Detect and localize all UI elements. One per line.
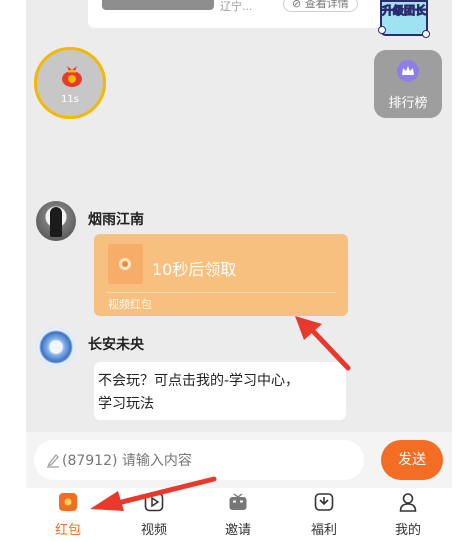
ranking-button[interactable]: 排行榜 xyxy=(374,50,442,118)
chat-area[interactable]: 辽宁... ⊘ 查看详情 × 升级团长 11s 排行榜 烟雨江南 xyxy=(26,0,452,432)
tab-label: 视频 xyxy=(140,523,167,538)
redpacket-timer-button[interactable]: 11s xyxy=(34,47,106,119)
tab-mine[interactable]: 我的 xyxy=(378,488,438,541)
redpacket-icon xyxy=(59,493,77,511)
tab-label: 我的 xyxy=(394,523,421,538)
countdown-text: 11s xyxy=(61,94,79,105)
pencil-icon xyxy=(47,454,59,468)
divider xyxy=(106,292,336,293)
badge-dot-left xyxy=(378,26,386,34)
ranking-label: 排行榜 xyxy=(388,96,428,111)
redpacket-envelope-icon xyxy=(108,244,143,284)
tab-welfare[interactable]: 福利 xyxy=(294,488,354,541)
sender-name: 烟雨江南 xyxy=(88,212,144,228)
product-location: 辽宁... xyxy=(220,0,253,13)
redpacket-type: 视频红包 xyxy=(108,298,152,311)
lucky-bag-icon xyxy=(62,66,82,87)
message-input-wrapper[interactable] xyxy=(34,440,364,480)
message-input[interactable] xyxy=(60,450,354,472)
send-button[interactable]: 发送 xyxy=(381,440,443,480)
gift-icon xyxy=(314,493,334,511)
view-detail-link[interactable]: ⊘ 查看详情 xyxy=(283,0,358,12)
right-margin xyxy=(452,0,474,541)
avatar-figure xyxy=(50,207,62,237)
redpacket-status: 10秒后领取 xyxy=(152,260,237,279)
tab-label: 邀请 xyxy=(224,523,251,538)
tv-icon xyxy=(229,493,247,510)
view-detail-label: 查看详情 xyxy=(304,0,349,10)
message-line: 学习玩法 xyxy=(98,396,154,412)
badge-dot-right xyxy=(422,30,430,38)
badge-text: 升级团长 xyxy=(382,4,427,18)
annotation-arrow xyxy=(295,316,351,371)
message-line: 不会玩？可点击我的-学习中心， xyxy=(98,373,300,389)
tab-label: 红包 xyxy=(54,523,81,538)
avatar[interactable] xyxy=(36,327,76,367)
product-thumbnail xyxy=(102,0,214,10)
crown-icon xyxy=(397,60,419,82)
user-icon xyxy=(399,493,417,512)
avatar[interactable] xyxy=(36,201,76,241)
sender-name: 长安未央 xyxy=(88,337,144,353)
link-icon: ⊘ xyxy=(292,0,302,10)
tab-label: 福利 xyxy=(310,523,337,538)
upgrade-leader-badge[interactable]: 升级团长 xyxy=(378,0,430,38)
left-margin xyxy=(0,0,26,541)
product-card[interactable]: 辽宁... ⊘ 查看详情 × xyxy=(88,0,406,28)
redpacket-message[interactable]: 10秒后领取 视频红包 xyxy=(94,234,348,316)
annotation-arrow xyxy=(90,476,217,511)
